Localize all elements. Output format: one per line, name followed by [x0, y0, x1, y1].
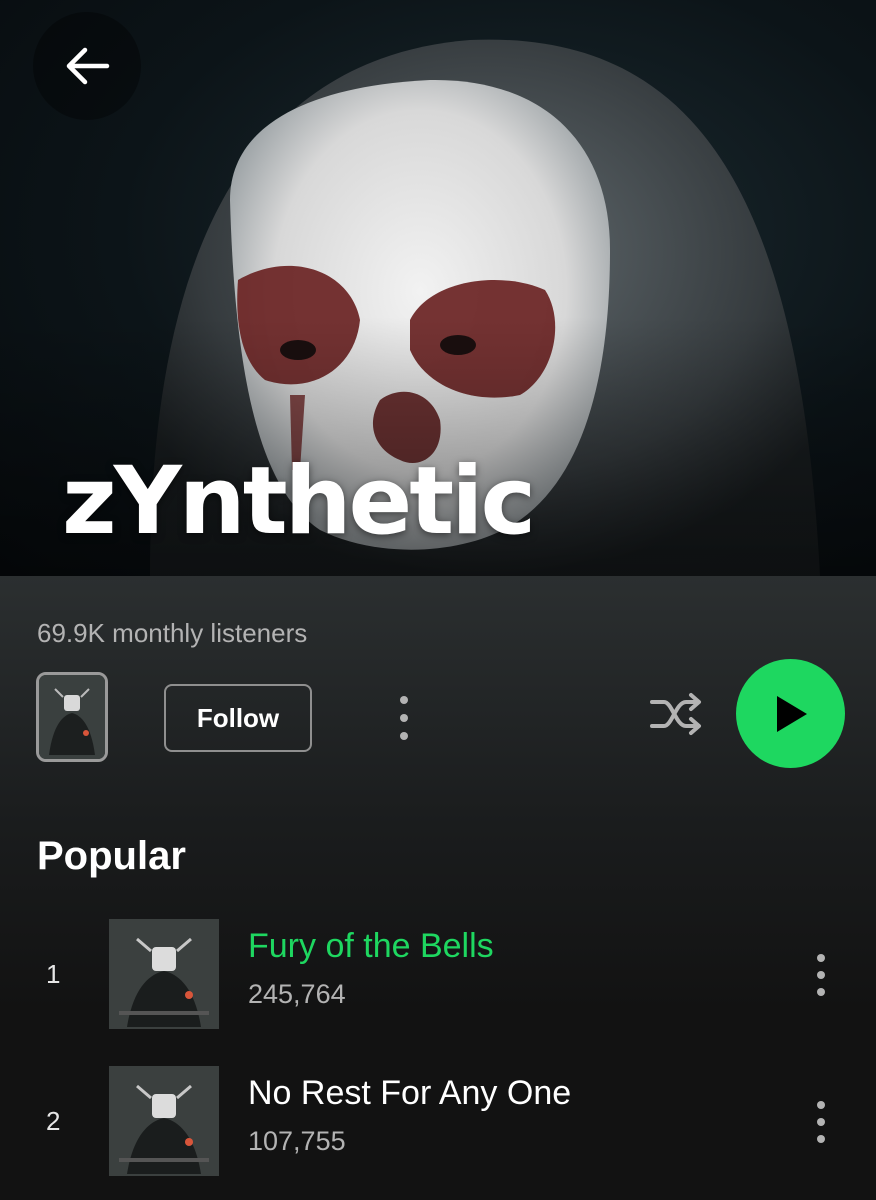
track-number: 1 — [46, 959, 61, 989]
artist-pick-thumbnail[interactable] — [36, 672, 108, 762]
arrow-left-icon — [66, 47, 110, 85]
track-number: 2 — [46, 1106, 61, 1136]
track-row[interactable]: 1 Fury of the Bells 245,764 — [0, 919, 876, 1029]
track-play-count: 245,764 — [248, 979, 346, 1009]
album-cover-image — [109, 1066, 219, 1176]
popular-section-title: Popular — [37, 834, 186, 878]
artist-info-section: 69.9K monthly listeners Follow Popular 1 — [0, 576, 876, 1200]
play-icon — [776, 695, 807, 732]
play-button[interactable] — [736, 659, 845, 768]
follow-button[interactable]: Follow — [164, 684, 312, 752]
shuffle-icon[interactable] — [646, 688, 706, 740]
track-play-count: 107,755 — [248, 1126, 346, 1156]
artist-name: zYnthetic — [62, 447, 536, 556]
track-row[interactable]: 2 No Rest For Any One 107,755 — [0, 1066, 876, 1176]
track-cover — [109, 919, 219, 1029]
artist-header-image: zYnthetic — [0, 0, 876, 576]
back-button[interactable] — [33, 12, 141, 120]
track-more-options-icon[interactable] — [808, 1098, 834, 1146]
track-title: Fury of the Bells — [248, 927, 494, 965]
track-cover — [109, 1066, 219, 1176]
more-options-icon[interactable] — [388, 692, 420, 744]
album-cover-image — [109, 919, 219, 1029]
track-more-options-icon[interactable] — [808, 951, 834, 999]
track-title: No Rest For Any One — [248, 1074, 572, 1112]
album-cover-image — [39, 675, 105, 759]
monthly-listeners: 69.9K monthly listeners — [37, 618, 308, 648]
